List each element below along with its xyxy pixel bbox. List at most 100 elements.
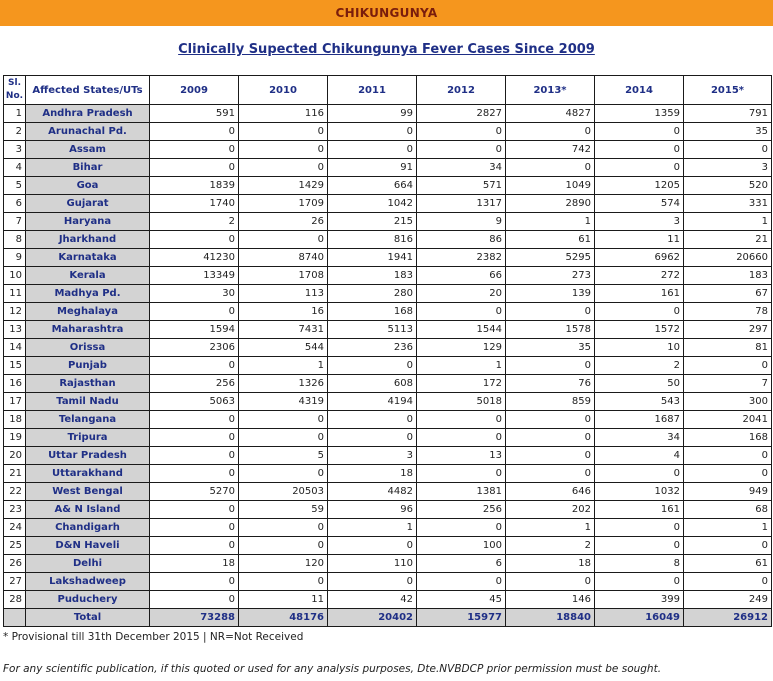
case-count-cell: 1740: [149, 194, 239, 213]
case-count-cell: 0: [416, 302, 506, 321]
case-count-cell: 0: [594, 140, 684, 159]
case-count-cell: 96: [327, 500, 417, 519]
case-count-cell: 4: [594, 446, 684, 465]
case-count-cell: 20503: [238, 482, 328, 501]
table-body: 1 Andhra Pradesh 591 116 99 2827 4827 1359 791 2 A…: [3, 104, 772, 627]
case-count-cell: 1: [238, 356, 328, 375]
row-number-cell: 28: [3, 590, 26, 609]
table-row: 12 Meghalaya 0 16 168 0 0 0 78: [3, 302, 772, 321]
case-count-cell: 0: [505, 158, 595, 177]
case-count-cell: 0: [416, 140, 506, 159]
case-count-cell: 5063: [149, 392, 239, 411]
row-number-cell: 25: [3, 536, 26, 555]
case-count-cell: 0: [149, 446, 239, 465]
case-count-cell: 100: [416, 536, 506, 555]
case-count-cell: 256: [416, 500, 506, 519]
case-count-cell: 0: [327, 428, 417, 447]
case-count-cell: 0: [683, 536, 772, 555]
total-count-cell: 48176: [238, 608, 328, 627]
case-count-cell: 2: [594, 356, 684, 375]
state-name-cell: Gujarat: [25, 194, 150, 213]
table-row: 21 Uttarakhand 0 0 18 0 0 0 0: [3, 464, 772, 483]
row-number-cell: 4: [3, 158, 26, 177]
table-row: 13 Maharashtra 1594 7431 5113 1544 1578 1572 297: [3, 320, 772, 339]
state-name-cell: Puduchery: [25, 590, 150, 609]
table-row: 20 Uttar Pradesh 0 5 3 13 0 4 0: [3, 446, 772, 465]
state-name-cell: Uttar Pradesh: [25, 446, 150, 465]
case-count-cell: 4482: [327, 482, 417, 501]
case-count-cell: 0: [149, 302, 239, 321]
case-count-cell: 399: [594, 590, 684, 609]
case-count-cell: 61: [505, 230, 595, 249]
case-count-cell: 86: [416, 230, 506, 249]
row-number-cell: 27: [3, 572, 26, 591]
case-count-cell: 1429: [238, 176, 328, 195]
state-name-cell: Uttarakhand: [25, 464, 150, 483]
case-count-cell: 608: [327, 374, 417, 393]
case-count-cell: 161: [594, 284, 684, 303]
case-count-cell: 236: [327, 338, 417, 357]
case-count-cell: 272: [594, 266, 684, 285]
case-count-cell: 20660: [683, 248, 772, 267]
table-header-row: Sl. No. Affected States/UTs 2009 2010 20…: [3, 75, 772, 105]
case-count-cell: 1: [683, 212, 772, 231]
row-number-cell: 6: [3, 194, 26, 213]
table-row: 10 Kerala 13349 1708 183 66 273 272 183: [3, 266, 772, 285]
row-number-cell: 12: [3, 302, 26, 321]
case-count-cell: 1941: [327, 248, 417, 267]
state-name-cell: Goa: [25, 176, 150, 195]
case-count-cell: 26: [238, 212, 328, 231]
row-number-cell: 5: [3, 176, 26, 195]
case-count-cell: 0: [149, 356, 239, 375]
case-count-cell: 0: [327, 536, 417, 555]
case-count-cell: 0: [505, 122, 595, 141]
case-count-cell: 2890: [505, 194, 595, 213]
case-count-cell: 34: [594, 428, 684, 447]
table-row: 1 Andhra Pradesh 591 116 99 2827 4827 1359 791: [3, 104, 772, 123]
case-count-cell: 0: [505, 446, 595, 465]
case-count-cell: 45: [416, 590, 506, 609]
case-count-cell: 0: [416, 410, 506, 429]
total-count-cell: 15977: [416, 608, 506, 627]
case-count-cell: 0: [594, 572, 684, 591]
case-count-cell: 0: [149, 464, 239, 483]
case-count-cell: 0: [505, 428, 595, 447]
table-row: 5 Goa 1839 1429 664 571 1049 1205 520: [3, 176, 772, 195]
case-count-cell: 0: [238, 230, 328, 249]
case-count-cell: 113: [238, 284, 328, 303]
case-count-cell: 2: [149, 212, 239, 231]
state-name-cell: D&N Haveli: [25, 536, 150, 555]
case-count-cell: 0: [149, 572, 239, 591]
total-blank-cell: [3, 608, 26, 627]
state-name-cell: Karnataka: [25, 248, 150, 267]
table-row: 14 Orissa 2306 544 236 129 35 10 81: [3, 338, 772, 357]
case-count-cell: 41230: [149, 248, 239, 267]
case-count-cell: 0: [594, 518, 684, 537]
case-count-cell: 4827: [505, 104, 595, 123]
row-number-cell: 8: [3, 230, 26, 249]
case-count-cell: 0: [149, 536, 239, 555]
total-count-cell: 73288: [149, 608, 239, 627]
case-count-cell: 591: [149, 104, 239, 123]
case-count-cell: 0: [149, 410, 239, 429]
table-row: 18 Telangana 0 0 0 0 0 1687 2041: [3, 410, 772, 429]
case-count-cell: 1578: [505, 320, 595, 339]
case-count-cell: 34: [416, 158, 506, 177]
col-header-2009: 2009: [149, 75, 239, 105]
case-count-cell: 0: [149, 140, 239, 159]
case-count-cell: 8740: [238, 248, 328, 267]
case-count-cell: 544: [238, 338, 328, 357]
state-name-cell: Haryana: [25, 212, 150, 231]
case-count-cell: 1544: [416, 320, 506, 339]
case-count-cell: 13349: [149, 266, 239, 285]
case-count-cell: 297: [683, 320, 772, 339]
case-count-cell: 81: [683, 338, 772, 357]
row-number-cell: 22: [3, 482, 26, 501]
case-count-cell: 0: [505, 410, 595, 429]
case-count-cell: 0: [238, 518, 328, 537]
case-count-cell: 5113: [327, 320, 417, 339]
table-row: 3 Assam 0 0 0 0 742 0 0: [3, 140, 772, 159]
state-name-cell: Delhi: [25, 554, 150, 573]
case-count-cell: 5018: [416, 392, 506, 411]
case-count-cell: 61: [683, 554, 772, 573]
